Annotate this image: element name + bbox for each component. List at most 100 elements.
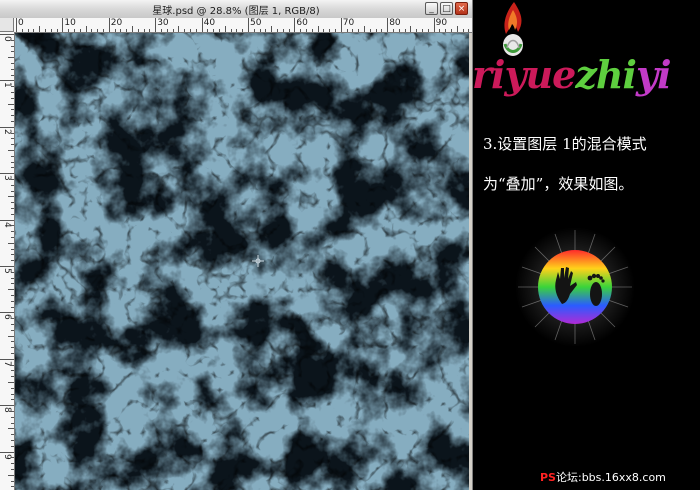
title-bar[interactable]: 星球.psd @ 28.8% (图层 1, RGB/8) _ □ × (0, 0, 472, 19)
ruler-minor-tick (21, 29, 23, 32)
ruler-minor-tick (11, 86, 14, 88)
ruler-minor-tick (11, 399, 14, 401)
ruler-label: 90 (435, 18, 448, 28)
document-window[interactable]: 星球.psd @ 28.8% (图层 1, RGB/8) _ □ × 0 10 20… (0, 0, 473, 490)
ruler-minor-tick (114, 29, 116, 32)
ruler-major-tick (0, 126, 14, 128)
ruler-minor-tick (306, 29, 307, 32)
ruler-minor-tick (242, 29, 244, 32)
ruler-minor-tick (11, 364, 14, 366)
ruler-minor-tick (11, 347, 14, 349)
ruler-minor-tick (346, 29, 348, 32)
ruler-minor-tick (11, 248, 14, 250)
ruler-major-tick (0, 173, 14, 175)
ruler-minor-tick (358, 29, 360, 32)
ruler-minor-tick (178, 26, 180, 32)
close-button[interactable]: × (455, 2, 468, 15)
ruler-minor-tick (445, 29, 447, 32)
ruler-minor-tick (97, 29, 99, 32)
ruler-label: 20 (110, 18, 123, 28)
ruler-minor-tick (8, 428, 14, 430)
ruler-minor-tick (271, 26, 273, 32)
footer-brand: PS (540, 471, 556, 484)
ruler-minor-tick (11, 202, 14, 204)
ruler-minor-tick (462, 29, 464, 32)
ruler-minor-tick (439, 29, 441, 32)
ruler-minor-tick (11, 260, 14, 262)
ruler-major-tick (0, 266, 14, 267)
ruler-minor-tick (11, 318, 14, 320)
ruler-minor-tick (33, 29, 35, 32)
ruler-minor-tick (11, 329, 14, 331)
ruler-major-tick (0, 34, 14, 35)
ruler-minor-tick (451, 29, 452, 32)
ruler-minor-tick (143, 29, 145, 32)
ruler-minor-tick (398, 29, 400, 32)
ruler-minor-tick (126, 29, 128, 32)
ruler-minor-tick (11, 370, 14, 372)
window-title: 星球.psd @ 28.8% (图层 1, RGB/8) (152, 6, 320, 17)
ruler-major-tick (433, 18, 435, 32)
ruler-minor-tick (364, 26, 365, 32)
ruler-minor-tick (11, 393, 14, 395)
ruler-minor-tick (277, 29, 278, 32)
ruler-minor-tick (8, 150, 14, 151)
ruler-minor-tick (410, 26, 412, 32)
ruler-label: 70 (342, 18, 355, 28)
horizontal-ruler[interactable]: 0 10 20 30 40 50 60 70 80 90 (14, 18, 472, 33)
ruler-minor-tick (39, 26, 41, 32)
ruler-major-tick (0, 312, 14, 314)
minimize-button[interactable]: _ (425, 2, 438, 15)
ruler-major-tick (294, 18, 296, 32)
ruler-minor-tick (11, 63, 14, 64)
ruler-minor-tick (11, 45, 14, 47)
image-canvas[interactable] (15, 33, 469, 490)
ruler-minor-tick (11, 161, 14, 163)
ruler-minor-tick (50, 29, 52, 32)
ruler-minor-tick (27, 29, 29, 32)
ruler-minor-tick (317, 26, 319, 32)
ruler-origin[interactable] (0, 18, 14, 32)
ruler-minor-tick (74, 29, 75, 32)
ruler-minor-tick (11, 97, 14, 99)
ruler-minor-tick (11, 254, 14, 256)
ruler-minor-tick (11, 225, 14, 227)
ruler-minor-tick (11, 68, 14, 70)
ruler-minor-tick (103, 29, 104, 32)
ruler-major-tick (0, 405, 14, 407)
vertical-ruler[interactable]: 0123456789 (0, 32, 15, 490)
ruler-minor-tick (352, 29, 354, 32)
ruler-minor-tick (468, 29, 470, 32)
instruction-line-2: 为“叠加”，效果如图。 (483, 175, 634, 193)
ruler-minor-tick (11, 306, 14, 308)
ruler-minor-tick (11, 434, 14, 436)
instruction-line-1: 3.设置图层 1的混合模式 (483, 135, 647, 153)
ruler-label: 50 (250, 18, 262, 28)
ruler-minor-tick (45, 29, 46, 32)
ruler-minor-tick (195, 29, 197, 32)
ruler-minor-tick (11, 353, 14, 354)
ruler-minor-tick (8, 382, 14, 383)
ruler-minor-tick (166, 29, 168, 32)
ruler-minor-tick (11, 324, 14, 325)
hands-feet-emblem-icon (515, 227, 635, 347)
ruler-minor-tick (8, 57, 14, 59)
ruler-minor-tick (8, 474, 14, 476)
ruler-major-tick (0, 80, 14, 82)
ruler-minor-tick (335, 29, 336, 32)
logo-part-riyue: riyue (472, 52, 576, 97)
ruler-major-tick (201, 18, 203, 32)
ruler-minor-tick (11, 115, 14, 117)
ruler-minor-tick (265, 29, 267, 32)
ruler-minor-tick (329, 29, 331, 32)
ruler-minor-tick (8, 289, 14, 291)
ruler-minor-tick (311, 29, 313, 32)
ruler-minor-tick (11, 457, 14, 459)
ruler-minor-tick (11, 51, 14, 53)
ruler-minor-tick (11, 486, 14, 488)
ruler-major-tick (155, 18, 157, 32)
ruler-minor-tick (190, 29, 191, 32)
ruler-minor-tick (11, 231, 14, 233)
maximize-button[interactable]: □ (440, 2, 453, 15)
ruler-minor-tick (8, 103, 14, 105)
